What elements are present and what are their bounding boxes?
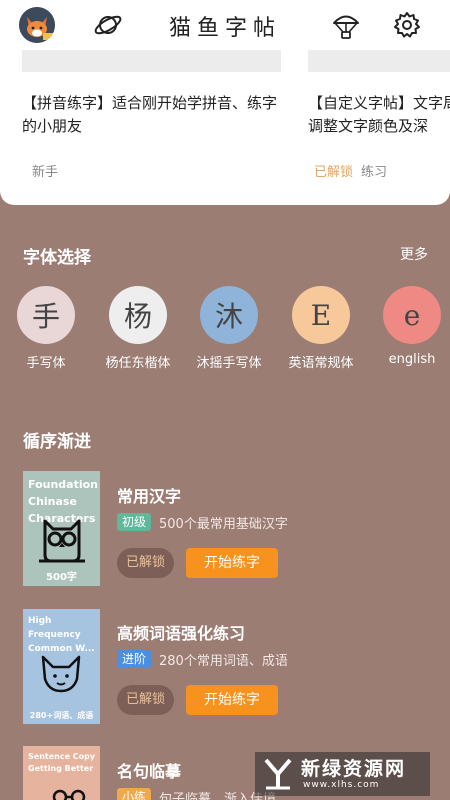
card-description[interactable]: 【拼音练字】适合刚开始学拼音、练字的小朋友 <box>22 92 284 138</box>
cover-count: 280+词语、成语 <box>29 711 94 720</box>
course-title[interactable]: 常用汉字 <box>117 483 181 507</box>
more-link[interactable]: 更多 <box>400 244 428 264</box>
feature-cards: 【拼音练字】适合刚开始学拼音、练字的小朋友 【自定义字帖】文字局调整文字颜色及深… <box>0 50 450 205</box>
unlocked-badge: 已解锁 <box>117 548 174 578</box>
card-tag: 已解锁 练习 <box>314 161 387 180</box>
level-badge: 进阶 <box>117 650 152 668</box>
card-description[interactable]: 【自定义字帖】文字局调整文字颜色及深 <box>308 92 450 138</box>
font-option[interactable]: 杨 杨任东楷体 <box>103 286 173 371</box>
card-image[interactable] <box>22 50 281 72</box>
font-label: english <box>388 352 436 367</box>
owl-icon <box>39 519 85 563</box>
app-header: 猫鱼字帖 <box>0 0 450 50</box>
font-preview: 杨 <box>109 286 167 344</box>
font-label: 杨任东楷体 <box>105 356 171 371</box>
font-section-title: 字体选择 <box>23 248 91 268</box>
course-cover[interactable]: Sentence Copy Getting Better <box>23 746 100 800</box>
unlocked-badge: 已解锁 <box>117 685 174 715</box>
course-title[interactable]: 高频词语强化练习 <box>117 620 245 644</box>
glasses-icon <box>52 789 86 800</box>
course-title[interactable]: 名句临摹 <box>117 758 181 782</box>
font-preview: e <box>383 286 441 344</box>
card-tag-label: 练习 <box>361 165 388 180</box>
watermark-logo-icon <box>264 758 292 790</box>
font-preview: 沐 <box>200 286 258 344</box>
app-title: 猫鱼字帖 <box>168 16 281 41</box>
card-image[interactable] <box>308 50 450 72</box>
watermark-name: 新绿资源网 <box>301 758 407 780</box>
fox-icon <box>41 655 81 693</box>
course-description: 500个最常用基础汉字 <box>159 517 288 532</box>
card-tag-label: 新手 <box>32 165 59 180</box>
cover-count: 500字 <box>46 572 77 583</box>
level-badge: 小练 <box>117 788 152 800</box>
course-section-title: 循序渐进 <box>23 432 91 452</box>
font-label: 沐摇手写体 <box>196 356 262 371</box>
course-cover[interactable]: Foundation Chinase Characters 500字 <box>23 471 100 586</box>
start-practice-button[interactable]: 开始练字 <box>186 548 278 578</box>
font-label: 英语常规体 <box>288 356 354 371</box>
font-preview: 手 <box>17 286 75 344</box>
unlocked-tag: 已解锁 <box>314 165 354 180</box>
font-option[interactable]: 沐 沐摇手写体 <box>194 286 264 371</box>
watermark: 新绿资源网 www.xlhs.com <box>255 752 430 796</box>
watermark-url: www.xlhs.com <box>303 780 380 790</box>
course-cover[interactable]: High Frequency Common W... 280+词语、成语 <box>23 609 100 724</box>
font-option[interactable]: 手 手写体 <box>11 286 81 371</box>
font-label: 手写体 <box>26 356 66 371</box>
level-badge: 初级 <box>117 513 152 531</box>
gear-icon[interactable] <box>392 10 422 40</box>
parachute-icon[interactable] <box>331 10 361 40</box>
start-practice-button[interactable]: 开始练字 <box>186 685 278 715</box>
card-tag: 新手 <box>32 161 58 180</box>
font-preview: E <box>292 286 350 344</box>
course-description: 280个常用词语、成语 <box>159 654 288 669</box>
font-option[interactable]: e english <box>377 286 447 367</box>
font-option[interactable]: E 英语常规体 <box>286 286 356 371</box>
cover-caption: Sentence Copy Getting Better <box>28 752 96 773</box>
